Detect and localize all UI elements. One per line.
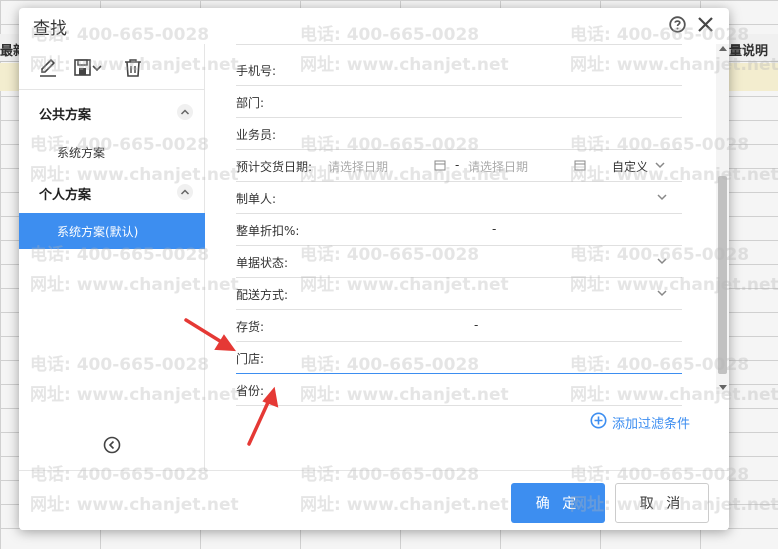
filter-label: 手机号: [236,64,277,78]
filter-row-discount[interactable]: 整单折扣%: - [236,214,682,246]
filter-row-phone[interactable]: 手机号: [236,54,682,86]
scheme-item-system-default[interactable]: 系统方案(默认) [19,213,205,249]
scheme-item-label: 系统方案 [57,146,106,160]
filter-row-status[interactable]: 单据状态: [236,246,682,278]
range-separator: - [492,222,497,236]
plus-circle-icon [590,412,607,429]
calendar-icon[interactable] [574,159,586,171]
scheme-panel: 公共方案 系统方案 个人方案 系统方案(默认) [19,44,205,470]
vertical-scrollbar[interactable] [716,44,729,394]
group-personal-schemes[interactable]: 个人方案 [19,176,205,208]
filter-label: 业务员: [236,128,277,142]
date-end-input[interactable]: 请选择日期 [468,158,528,175]
chevron-down-icon[interactable] [656,192,668,202]
filter-row-creator[interactable]: 制单人: [236,182,682,214]
chevron-down-icon[interactable] [656,256,668,266]
calendar-icon[interactable] [434,159,446,171]
filter-label: 整单折扣%: [236,224,300,238]
filter-label: 门店: [236,352,265,366]
filter-row-department[interactable]: 部门: [236,86,682,118]
date-start-input[interactable]: 请选择日期 [328,158,388,175]
filter-label: 存货: [236,320,265,334]
close-icon[interactable] [697,16,714,33]
filter-row-province[interactable]: 省份: [236,374,682,406]
scroll-down-arrow-icon[interactable] [719,385,727,390]
filter-row-store[interactable]: 门店: [236,342,682,374]
filter-row-salesperson[interactable]: 业务员: [236,118,682,150]
dialog-footer: 确 定 取 消 [19,470,729,530]
confirm-button[interactable]: 确 定 [511,483,605,523]
save-icon[interactable] [73,58,103,78]
dialog-title: 查找 [33,19,67,39]
scheme-item-system[interactable]: 系统方案 [19,134,205,170]
trash-icon[interactable] [122,58,144,78]
filter-label: 省份: [236,384,265,398]
filter-row-delivery-date: 预计交货日期: 请选择日期 - 请选择日期 自定义 [236,150,682,182]
date-range-separator: - [455,158,460,172]
scheme-item-label: 系统方案(默认) [57,225,139,239]
title-bar: 查找 [19,8,729,44]
group-label: 公共方案 [39,108,92,123]
scheme-toolbar [19,44,205,90]
filter-label: 配送方式: [236,288,289,302]
filter-label: 部门: [236,96,265,110]
group-label: 个人方案 [39,188,92,203]
chevron-up-icon[interactable] [177,184,193,200]
help-circle-icon[interactable] [669,16,686,33]
group-public-schemes[interactable]: 公共方案 [19,96,205,128]
filter-label: 预计交货日期: [236,160,313,174]
chevron-left-circle-icon[interactable] [103,436,121,454]
filter-panel: 手机号: 部门: 业务员: 预计交货日期: 请选择日期 - 请选择日期 自定义 [206,44,716,470]
divider [236,44,682,45]
scroll-up-arrow-icon[interactable] [719,46,727,51]
find-dialog: 查找 公共方案 系统方案 个人方案 系统方案(默认) 手机号: 部门: 业务员:… [19,8,729,530]
add-filter-label: 添加过滤条件 [612,417,691,432]
cancel-button[interactable]: 取 消 [615,483,709,523]
scroll-thumb[interactable] [718,176,727,374]
chevron-down-icon[interactable] [654,160,666,170]
range-separator: - [474,318,479,332]
filter-row-delivery-method[interactable]: 配送方式: [236,278,682,310]
edit-icon[interactable] [37,58,59,78]
chevron-up-icon[interactable] [177,104,193,120]
filter-label: 制单人: [236,192,277,206]
chevron-down-icon[interactable] [656,288,668,298]
date-range-select[interactable]: 自定义 [612,158,648,175]
filter-label: 单据状态: [236,256,289,270]
filter-row-inventory[interactable]: 存货: - [236,310,682,342]
